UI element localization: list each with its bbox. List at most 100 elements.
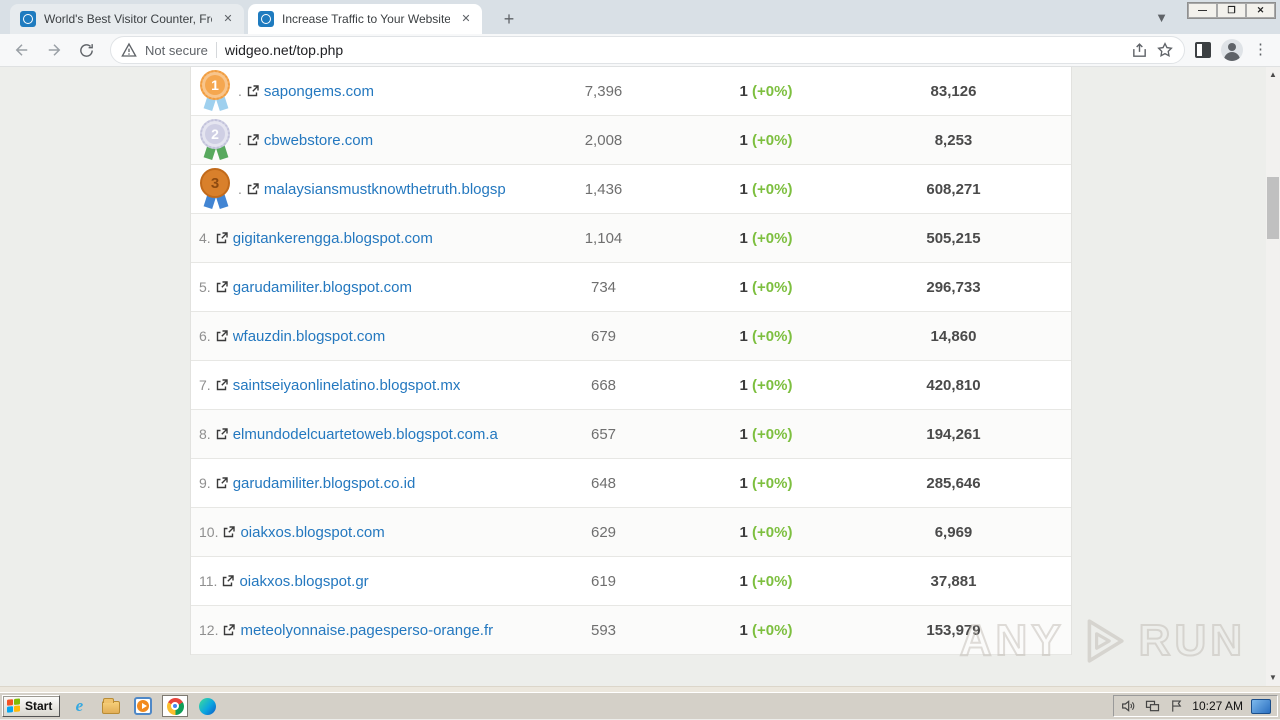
rank-medal-icon: 3 bbox=[199, 167, 233, 211]
table-row: 9. garudamiliter.blogspot.co.id 648 1 (+… bbox=[191, 459, 1071, 508]
address-bar[interactable]: Not secure widgeo.net/top.php bbox=[110, 36, 1185, 64]
system-tray: 10:27 AM bbox=[1113, 695, 1278, 717]
change-percent: (+0%) bbox=[752, 327, 793, 345]
forward-icon[interactable] bbox=[40, 36, 68, 64]
external-link-icon[interactable] bbox=[247, 134, 259, 146]
site-link[interactable]: oiakxos.blogspot.com bbox=[240, 524, 384, 541]
today-value: 1 bbox=[739, 572, 748, 590]
file-explorer-icon[interactable] bbox=[98, 695, 124, 717]
today-value: 1 bbox=[739, 376, 748, 394]
show-desktop-icon[interactable] bbox=[1251, 698, 1271, 714]
reload-icon[interactable] bbox=[72, 36, 100, 64]
minimize-button[interactable]: — bbox=[1188, 3, 1217, 18]
external-link-icon[interactable] bbox=[216, 232, 228, 244]
tab-close-icon[interactable]: ✕ bbox=[458, 11, 474, 27]
change-cell: 1 (+0%) bbox=[661, 132, 871, 149]
profile-avatar[interactable] bbox=[1221, 39, 1243, 61]
site-link[interactable]: oiakxos.blogspot.gr bbox=[239, 573, 368, 590]
table-row: 1 . sapongems.com 7,396 1 (+0%) 83,126 bbox=[191, 67, 1071, 116]
site-link[interactable]: sapongems.com bbox=[264, 83, 374, 100]
bookmark-star-icon[interactable] bbox=[1156, 41, 1174, 59]
today-value: 1 bbox=[739, 523, 748, 541]
external-link-icon[interactable] bbox=[216, 428, 228, 440]
speaker-icon[interactable] bbox=[1120, 698, 1136, 714]
rank-label: . bbox=[238, 132, 242, 148]
edge-icon[interactable] bbox=[194, 695, 220, 717]
external-link-icon[interactable] bbox=[223, 526, 236, 538]
hits-cell: 2,008 bbox=[584, 131, 623, 149]
hits-cell: 679 bbox=[590, 327, 617, 345]
external-link-icon[interactable] bbox=[216, 477, 228, 489]
site-link[interactable]: saintseiyaonlinelatino.blogspot.mx bbox=[233, 377, 461, 394]
site-link[interactable]: garudamiliter.blogspot.com bbox=[233, 279, 412, 296]
hits-cell: 734 bbox=[590, 278, 617, 296]
tab-visitor-counter[interactable]: World's Best Visitor Counter, Free hi ✕ bbox=[10, 4, 244, 34]
hits-cell: 593 bbox=[590, 621, 617, 639]
menu-dots-icon[interactable]: ⋮ bbox=[1253, 42, 1268, 57]
table-row: 10. oiakxos.blogspot.com 629 1 (+0%) 6,9… bbox=[191, 508, 1071, 557]
change-cell: 1 (+0%) bbox=[661, 328, 871, 345]
external-link-icon[interactable] bbox=[247, 85, 259, 97]
screen: World's Best Visitor Counter, Free hi ✕ … bbox=[0, 0, 1280, 720]
today-value: 1 bbox=[739, 131, 748, 149]
total-cell: 153,979 bbox=[926, 621, 981, 639]
chrome-taskbar-button[interactable] bbox=[162, 695, 189, 717]
total-cell: 14,860 bbox=[930, 327, 977, 345]
new-tab-button[interactable]: + bbox=[497, 8, 521, 32]
url-text[interactable]: widgeo.net/top.php bbox=[225, 42, 1123, 58]
total-cell: 194,261 bbox=[926, 425, 981, 443]
site-link[interactable]: meteolyonnaise.pagesperso-orange.fr bbox=[240, 622, 493, 639]
clock[interactable]: 10:27 AM bbox=[1192, 699, 1243, 713]
rank-label: 9. bbox=[199, 475, 211, 491]
change-percent: (+0%) bbox=[752, 82, 793, 100]
network-icon[interactable] bbox=[1144, 698, 1161, 714]
window-controls: — ❐ ✕ bbox=[1187, 2, 1276, 19]
change-percent: (+0%) bbox=[752, 474, 793, 492]
change-cell: 1 (+0%) bbox=[661, 377, 871, 394]
security-label: Not secure bbox=[145, 42, 208, 58]
external-link-icon[interactable] bbox=[216, 379, 228, 391]
scroll-up-icon[interactable]: ▲ bbox=[1266, 67, 1280, 83]
change-cell: 1 (+0%) bbox=[661, 524, 871, 541]
site-link[interactable]: cbwebstore.com bbox=[264, 132, 373, 149]
hits-cell: 668 bbox=[590, 376, 617, 394]
rank-label: 8. bbox=[199, 426, 211, 442]
start-label: Start bbox=[25, 699, 53, 713]
rank-label: 6. bbox=[199, 328, 211, 344]
internet-explorer-icon[interactable]: e bbox=[66, 695, 92, 717]
today-value: 1 bbox=[739, 327, 748, 345]
media-player-icon[interactable] bbox=[130, 695, 156, 717]
external-link-icon[interactable] bbox=[216, 281, 228, 293]
start-button[interactable]: Start bbox=[2, 695, 61, 717]
external-link-icon[interactable] bbox=[222, 575, 235, 587]
external-link-icon[interactable] bbox=[223, 624, 236, 636]
rank-label: . bbox=[238, 83, 242, 99]
back-icon[interactable] bbox=[8, 36, 36, 64]
site-cell: 2 . cbwebstore.com bbox=[191, 118, 546, 162]
vertical-scrollbar[interactable]: ▲ ▼ bbox=[1266, 67, 1280, 686]
external-link-icon[interactable] bbox=[216, 330, 228, 342]
side-panel-icon[interactable] bbox=[1195, 42, 1211, 58]
scroll-down-icon[interactable]: ▼ bbox=[1266, 670, 1280, 686]
site-link[interactable]: malaysiansmustknowthetruth.blogsp bbox=[264, 181, 506, 198]
site-link[interactable]: wfauzdin.blogspot.com bbox=[233, 328, 386, 345]
scrollbar-thumb[interactable] bbox=[1267, 177, 1279, 239]
share-icon[interactable] bbox=[1131, 42, 1148, 59]
site-link[interactable]: garudamiliter.blogspot.co.id bbox=[233, 475, 416, 492]
watermark-text-right: RUN bbox=[1138, 615, 1246, 666]
tab-close-icon[interactable]: ✕ bbox=[220, 11, 236, 27]
close-button[interactable]: ✕ bbox=[1246, 3, 1275, 18]
site-link[interactable]: elmundodelcuartetoweb.blogspot.com.a bbox=[233, 426, 498, 443]
site-link[interactable]: gigitankerengga.blogspot.com bbox=[233, 230, 433, 247]
restore-button[interactable]: ❐ bbox=[1217, 3, 1246, 18]
chevron-down-icon[interactable]: ▼ bbox=[1155, 10, 1168, 25]
rank-label: 10. bbox=[199, 524, 219, 540]
flag-icon[interactable] bbox=[1169, 698, 1184, 714]
site-cell: 5. garudamiliter.blogspot.com bbox=[191, 279, 546, 296]
hits-cell: 1,436 bbox=[584, 180, 623, 198]
change-cell: 1 (+0%) bbox=[661, 622, 871, 639]
external-link-icon[interactable] bbox=[247, 183, 259, 195]
change-cell: 1 (+0%) bbox=[661, 573, 871, 590]
tab-increase-traffic[interactable]: Increase Traffic to Your Website by ✕ bbox=[248, 4, 482, 34]
table-row: 12. meteolyonnaise.pagesperso-orange.fr … bbox=[191, 606, 1071, 655]
